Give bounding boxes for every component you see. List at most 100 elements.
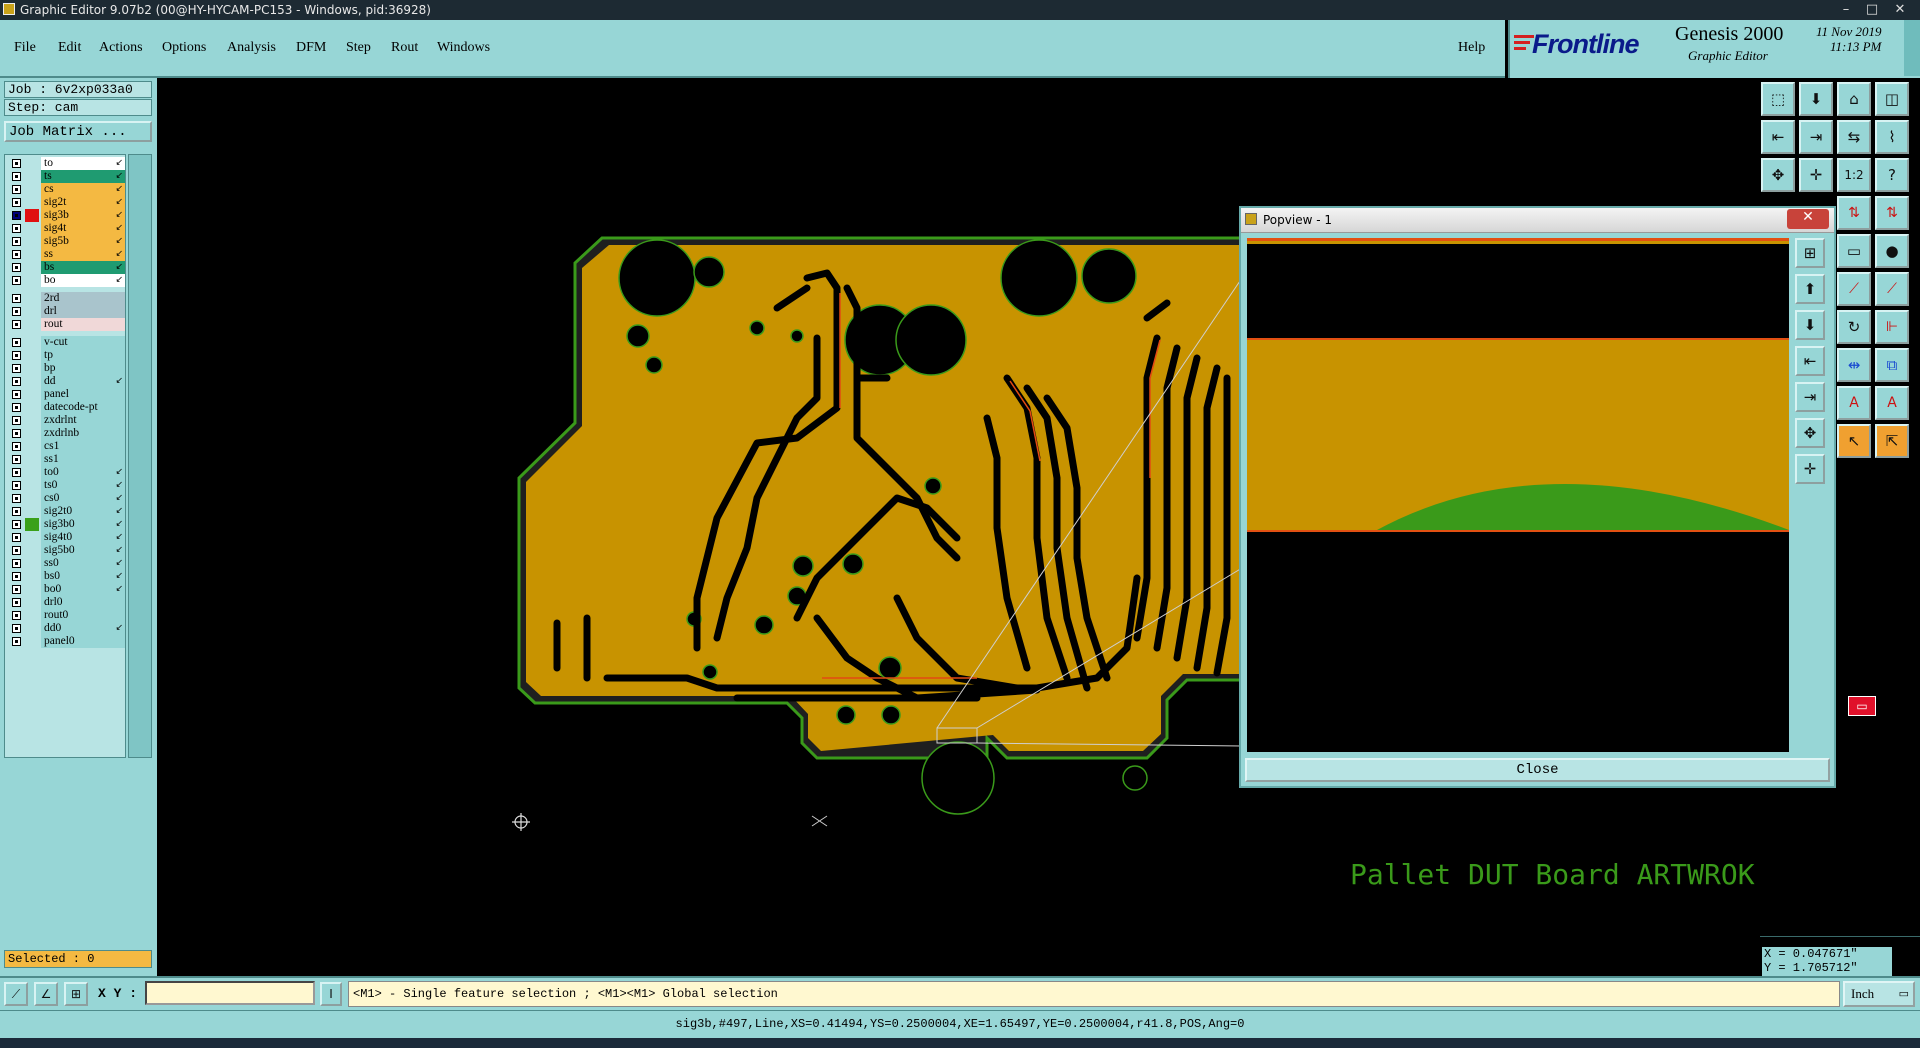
layer-checkbox[interactable] [12, 416, 21, 425]
layer-name[interactable]: sig2t0 [41, 505, 125, 518]
layer-row-tp[interactable]: tp [7, 349, 125, 363]
move-view-icon[interactable]: ✛ [1799, 158, 1833, 192]
layer-checkbox[interactable] [12, 172, 21, 181]
layer-row-rout[interactable]: rout [7, 318, 125, 332]
layer-checkbox[interactable] [12, 377, 21, 386]
layer-name[interactable]: datecode-pt [41, 401, 125, 414]
layer-display-marker[interactable] [25, 505, 39, 518]
layer-list-scrollbar[interactable] [128, 154, 152, 758]
job-matrix-button[interactable]: Job Matrix ... [4, 121, 152, 142]
menu-windows[interactable]: Windows [437, 40, 490, 56]
layer-checkbox[interactable] [12, 533, 21, 542]
draw-angle-icon[interactable]: ∠ [34, 982, 58, 1006]
layer-checkbox[interactable] [12, 276, 21, 285]
layer-display-marker[interactable] [25, 336, 39, 349]
layer-name[interactable]: panel [41, 388, 125, 401]
popview-zoom-up-icon[interactable]: ⬆ [1795, 274, 1825, 304]
layer-checkbox[interactable] [12, 585, 21, 594]
layer-name[interactable]: v-cut [41, 336, 125, 349]
layer-checkbox[interactable] [12, 507, 21, 516]
layer-row-bs0[interactable]: bs0 ↙ [7, 570, 125, 584]
layer-row-zxdrlnb[interactable]: zxdrlnb [7, 427, 125, 441]
layer-display-marker[interactable] [25, 261, 39, 274]
popview-pan-left-icon[interactable]: ⇤ [1795, 346, 1825, 376]
layer-row-ts0[interactable]: ts0 ↙ [7, 479, 125, 493]
layer-name[interactable]: bs0 [41, 570, 125, 583]
layer-checkbox[interactable] [12, 559, 21, 568]
layer-checkbox[interactable] [12, 198, 21, 207]
layer-display-marker[interactable] [25, 453, 39, 466]
popview-fit-icon[interactable]: ✥ [1795, 418, 1825, 448]
layer-name[interactable]: sig4t0 [41, 531, 125, 544]
layer-name[interactable]: tp [41, 349, 125, 362]
menu-rout[interactable]: Rout [391, 40, 418, 56]
pan-left-icon[interactable]: ⇤ [1761, 120, 1795, 154]
layer-display-marker[interactable] [25, 544, 39, 557]
layer-checkbox[interactable] [12, 598, 21, 607]
layer-checkbox[interactable] [12, 624, 21, 633]
layer-display-marker[interactable] [25, 170, 39, 183]
alert-monitor-icon[interactable]: ▭ [1848, 696, 1876, 716]
layer-display-marker[interactable] [25, 596, 39, 609]
layer-display-marker[interactable] [25, 388, 39, 401]
zoom-fit-icon[interactable]: ⬇ [1799, 82, 1833, 116]
layer-checkbox[interactable] [12, 224, 21, 233]
layer-checkbox[interactable] [12, 572, 21, 581]
layer-display-marker[interactable] [25, 248, 39, 261]
layer-name[interactable]: bo [41, 274, 125, 287]
layer-name[interactable]: zxdrlnb [41, 427, 125, 440]
layer-name[interactable]: sig5b0 [41, 544, 125, 557]
layer-row-datecode-pt[interactable]: datecode-pt [7, 401, 125, 415]
layer-checkbox[interactable] [12, 442, 21, 451]
scale-one-to-two-icon[interactable]: 1:2 [1837, 158, 1871, 192]
xy-input[interactable] [145, 981, 315, 1005]
layer-checkbox[interactable] [12, 338, 21, 347]
layer-row-rout0[interactable]: rout0 [7, 609, 125, 623]
popview-close-icon[interactable]: ✕ [1787, 209, 1829, 229]
grid-snap-icon[interactable]: ⊞ [64, 982, 88, 1006]
popview-center-icon[interactable]: ✛ [1795, 454, 1825, 484]
popview-canvas[interactable] [1247, 238, 1789, 752]
menu-actions[interactable]: Actions [99, 40, 143, 56]
flip-icon[interactable]: ⊩ [1875, 310, 1909, 344]
layer-display-marker[interactable] [25, 401, 39, 414]
layer-name[interactable]: ss1 [41, 453, 125, 466]
layer-row-bp[interactable]: bp [7, 362, 125, 376]
layer-row-2rd[interactable]: 2rd [7, 292, 125, 306]
layer-row-to0[interactable]: to0 ↙ [7, 466, 125, 480]
menu-file[interactable]: File [14, 40, 36, 56]
layer-name[interactable]: panel0 [41, 635, 125, 648]
rotate-icon[interactable]: ↻ [1837, 310, 1871, 344]
layer-row-dd[interactable]: dd ↙ [7, 375, 125, 389]
layer-name[interactable]: sig5b [41, 235, 125, 248]
layer-display-marker[interactable] [25, 440, 39, 453]
window-split-icon[interactable]: ◫ [1875, 82, 1909, 116]
layer-row-bs[interactable]: bs ↙ [7, 261, 125, 275]
layer-row-to[interactable]: to ↙ [7, 157, 125, 171]
layer-name[interactable]: ts0 [41, 479, 125, 492]
layer-name[interactable]: 2rd [41, 292, 125, 305]
draw-line-icon[interactable]: ⟋ [4, 982, 28, 1006]
layer-name[interactable]: drl0 [41, 596, 125, 609]
layer-up-icon[interactable]: ⇅ [1837, 196, 1871, 230]
layer-row-cs0[interactable]: cs0 ↙ [7, 492, 125, 506]
input-cursor-icon[interactable]: I [320, 982, 342, 1006]
resize-icon[interactable]: ⇹ [1837, 348, 1871, 382]
add-line-icon[interactable]: ⟋ [1837, 272, 1871, 306]
layer-row-cs[interactable]: cs ↙ [7, 183, 125, 197]
layer-row-ss1[interactable]: ss1 [7, 453, 125, 467]
layer-row-v-cut[interactable]: v-cut [7, 336, 125, 350]
layer-name[interactable]: cs [41, 183, 125, 196]
layer-name[interactable]: drl [41, 305, 125, 318]
menu-step[interactable]: Step [346, 40, 371, 56]
layer-display-marker[interactable] [25, 362, 39, 375]
layer-display-marker[interactable] [25, 518, 39, 531]
layer-name[interactable]: bp [41, 362, 125, 375]
layer-row-zxdrlnt[interactable]: zxdrlnt [7, 414, 125, 428]
layer-name[interactable]: rout0 [41, 609, 125, 622]
layer-display-marker[interactable] [25, 274, 39, 287]
mirror-view-icon[interactable]: ⇆ [1837, 120, 1871, 154]
layer-row-bo0[interactable]: bo0 ↙ [7, 583, 125, 597]
layer-checkbox[interactable] [12, 185, 21, 194]
layer-checkbox[interactable] [12, 390, 21, 399]
